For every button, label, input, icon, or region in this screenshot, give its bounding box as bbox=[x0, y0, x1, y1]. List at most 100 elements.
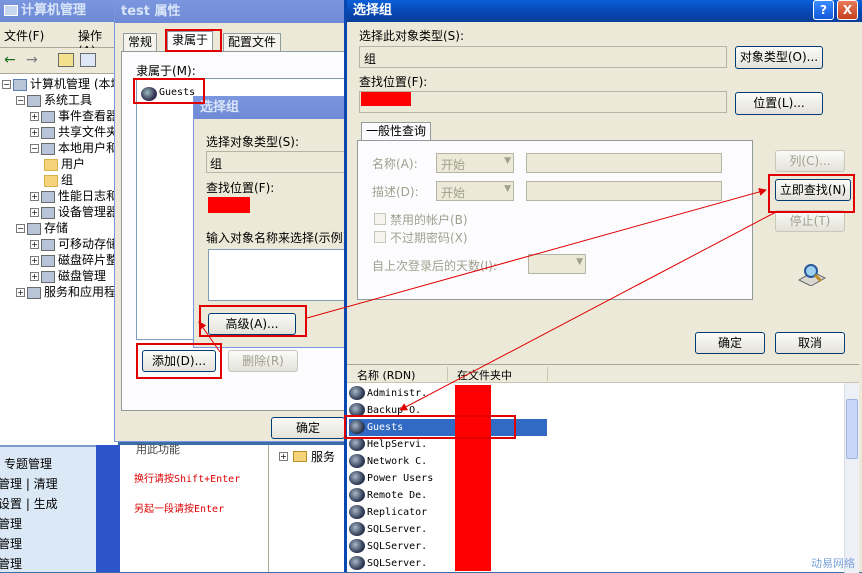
cms-sidebar-item[interactable]: 专题管理 bbox=[4, 455, 52, 472]
tab-profile[interactable]: 配置文件 bbox=[223, 33, 282, 51]
tool-icon bbox=[41, 254, 55, 267]
tree-item[interactable]: − 计算机管理 (本地) bbox=[2, 76, 118, 92]
result-row[interactable]: Remote De. bbox=[349, 487, 447, 504]
collapse-icon[interactable]: − bbox=[30, 144, 39, 153]
object-types-button[interactable]: 对象类型(O)... bbox=[735, 46, 823, 69]
cms-sidebar-item[interactable]: 管理 bbox=[0, 555, 22, 572]
days-since-logon-select[interactable]: ▼ bbox=[528, 254, 586, 274]
ok-button[interactable]: 确定 bbox=[695, 332, 765, 354]
tree-item[interactable]: − 系统工具 bbox=[16, 92, 92, 108]
tree-item[interactable]: + 服务和应用程序 bbox=[16, 284, 118, 300]
expand-icon[interactable]: + bbox=[279, 452, 288, 461]
annotation-add-button bbox=[136, 343, 222, 379]
tree-item[interactable]: 用户 bbox=[44, 156, 85, 172]
tool-icon bbox=[13, 78, 27, 91]
up-folder-icon[interactable] bbox=[58, 53, 74, 67]
search-results-list[interactable]: 名称 (RDN) 在文件夹中 Administr. Backup O. Guests… bbox=[347, 364, 859, 573]
tab-general-label: 常规 bbox=[128, 35, 153, 49]
expand-icon[interactable]: + bbox=[30, 192, 39, 201]
tree-item[interactable]: − 存储 bbox=[16, 220, 68, 236]
scroll-thumb[interactable] bbox=[846, 399, 858, 459]
expand-icon[interactable]: + bbox=[30, 256, 39, 265]
tree-item[interactable]: + 磁盘碎片整理 bbox=[30, 252, 118, 268]
expand-icon[interactable]: + bbox=[30, 112, 39, 121]
collapse-icon[interactable]: − bbox=[16, 96, 25, 105]
folder-icon bbox=[44, 174, 58, 187]
name-value-field[interactable] bbox=[526, 153, 722, 173]
result-row[interactable]: Power Users bbox=[349, 470, 447, 487]
stop-button[interactable]: 停止(T) bbox=[775, 210, 845, 232]
bottom-tree-panel: + 服务 bbox=[268, 445, 344, 572]
tree-item[interactable]: + 共享文件夹 bbox=[30, 124, 118, 140]
locations-button[interactable]: 位置(L)... bbox=[735, 92, 823, 115]
cms-sidebar-item[interactable]: 管理 | 清理 bbox=[0, 475, 58, 492]
tree-item[interactable]: + 性能日志和警报 bbox=[30, 188, 118, 204]
tree-item-label: 性能日志和警报 bbox=[58, 189, 118, 203]
tree-item[interactable]: + 可移动存储 bbox=[30, 236, 118, 252]
disabled-accounts-label: 禁用的帐户(B) bbox=[390, 213, 468, 227]
chevron-down-icon: ▼ bbox=[576, 257, 583, 267]
collapse-icon[interactable]: − bbox=[2, 80, 11, 89]
result-row[interactable]: SQLServer. bbox=[349, 555, 447, 572]
columns-button[interactable]: 列(C)... bbox=[775, 150, 845, 172]
common-queries-panel: 名称(A): 开始 ▼ 描述(D): 开始 ▼ 禁用的帐户(B) 不过期密码(X… bbox=[357, 140, 753, 300]
results-rows: Administr. Backup O. Guests HelpServi. Netwo… bbox=[347, 385, 847, 573]
services-tree-item[interactable]: 服务 bbox=[311, 448, 335, 465]
name-mode-select[interactable]: 开始 ▼ bbox=[436, 153, 514, 173]
remove-button[interactable]: 删除(R) bbox=[228, 350, 298, 372]
result-row[interactable]: SQLServer. bbox=[349, 521, 447, 538]
watermark: 动易网络 bbox=[811, 557, 855, 570]
annotation-member-of-tab bbox=[165, 29, 222, 52]
expand-icon[interactable]: + bbox=[30, 208, 39, 217]
cms-sidebar-item[interactable]: 管理 bbox=[0, 535, 22, 552]
properties-titlebar: test 属性 bbox=[115, 1, 345, 23]
expand-icon[interactable]: + bbox=[30, 272, 39, 281]
expand-icon[interactable]: + bbox=[30, 128, 39, 137]
back-arrow-icon[interactable]: ← bbox=[4, 52, 16, 68]
forward-arrow-icon[interactable]: → bbox=[26, 52, 38, 68]
small-names-textarea[interactable] bbox=[208, 249, 346, 301]
menu-file[interactable]: 文件(F) bbox=[4, 27, 44, 44]
group-icon bbox=[349, 539, 365, 553]
description-mode-select[interactable]: 开始 ▼ bbox=[436, 181, 514, 201]
tree-item[interactable]: + 事件查看器 bbox=[30, 108, 118, 124]
small-location-label: 查找位置(F): bbox=[206, 181, 275, 195]
result-row[interactable]: Network C. bbox=[349, 453, 447, 470]
column-header-folder[interactable]: 在文件夹中 bbox=[457, 367, 512, 383]
tab-common-queries[interactable]: 一般性查询 bbox=[361, 122, 432, 142]
tree-item[interactable]: 组 bbox=[44, 172, 73, 188]
cms-sidebar-item[interactable]: 管理 bbox=[0, 515, 22, 532]
tree-item[interactable]: − 本地用户和组 bbox=[30, 140, 118, 156]
show-tree-icon[interactable] bbox=[80, 53, 96, 67]
search-magnifier-icon bbox=[797, 262, 827, 287]
description-value-field[interactable] bbox=[526, 181, 722, 201]
expand-icon[interactable]: + bbox=[16, 288, 25, 297]
close-button[interactable]: X bbox=[837, 0, 858, 20]
tree-item[interactable]: + 设备管理器 bbox=[30, 204, 118, 220]
tree-item[interactable]: + 磁盘管理 bbox=[30, 268, 106, 284]
collapse-icon[interactable]: − bbox=[16, 224, 25, 233]
cancel-button[interactable]: 取消 bbox=[775, 332, 845, 354]
help-button[interactable]: ? bbox=[813, 0, 834, 20]
cms-sidebar-item[interactable]: 设置 | 生成 bbox=[0, 495, 58, 512]
annotation-guests-member bbox=[133, 78, 205, 104]
column-header-name[interactable]: 名称 (RDN) bbox=[357, 367, 415, 383]
tab-general[interactable]: 常规 bbox=[123, 33, 158, 51]
expand-icon[interactable]: + bbox=[30, 240, 39, 249]
vertical-scrollbar[interactable] bbox=[844, 383, 859, 573]
name-label: 名称(A): bbox=[372, 157, 418, 171]
disabled-accounts-checkbox[interactable] bbox=[374, 213, 386, 225]
result-row[interactable]: Replicator bbox=[349, 504, 447, 521]
no-expire-password-checkbox[interactable] bbox=[374, 231, 386, 243]
mmc-title: 计算机管理 bbox=[21, 3, 87, 18]
computer-management-window: 计算机管理 文件(F) 操作(A) ← → −计算机管理 (本地)−系统工具+事… bbox=[0, 0, 118, 445]
properties-ok-button[interactable]: 确定 bbox=[271, 417, 345, 439]
result-row[interactable]: SQLServer. bbox=[349, 538, 447, 555]
result-name: Replicator bbox=[367, 507, 428, 518]
tool-icon bbox=[27, 222, 41, 235]
tool-icon bbox=[41, 142, 55, 155]
result-row[interactable]: Administr. bbox=[349, 385, 447, 402]
column-divider bbox=[547, 367, 548, 381]
object-type-field: 组 bbox=[359, 46, 727, 68]
tool-icon bbox=[41, 126, 55, 139]
